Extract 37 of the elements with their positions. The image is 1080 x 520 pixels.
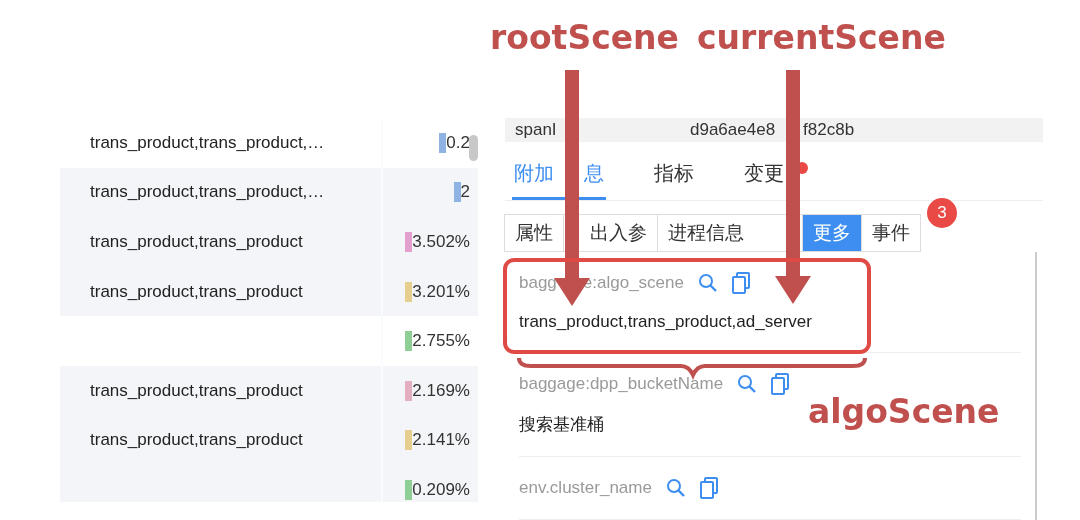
search-icon[interactable] [737, 374, 758, 394]
annotation-label: rootScene [490, 18, 679, 57]
scene-name: trans_product,trans_product [90, 380, 303, 401]
percent-value: 0.2 [446, 132, 470, 153]
percent-value: 3.502% [412, 232, 470, 252]
field-value: 搜索基准桶 [519, 414, 604, 436]
field-key: baggage:dpp_bucketName [519, 374, 724, 394]
search-icon[interactable] [697, 273, 718, 293]
annotation-label: currentScene [697, 18, 946, 57]
segment-button[interactable]: 事件 [861, 214, 921, 252]
search-icon[interactable] [665, 478, 686, 498]
segment-button[interactable]: 属性 [504, 214, 564, 252]
percent-value: 2.169% [412, 380, 470, 401]
percent-value: 3.201% [412, 281, 470, 302]
span-id: f82c8b [803, 120, 855, 141]
scene-name: trans_product,trans_product,… [90, 182, 325, 203]
scene-name: trans_product,trans_product [90, 281, 303, 302]
copy-icon[interactable] [699, 477, 718, 499]
field-value: trans_product,trans_product,ad_server [519, 312, 812, 332]
scene-name: trans_product,trans_product [90, 430, 303, 451]
count-badge: 3 [927, 198, 957, 228]
field-key: env.cluster_name [519, 478, 652, 498]
percent-value: 2.755% [412, 331, 470, 352]
scrollbar[interactable] [469, 135, 478, 161]
copy-icon[interactable] [731, 272, 750, 294]
scene-name: trans_product,trans_product,… [90, 132, 325, 153]
percent-value: 0.209% [412, 479, 470, 500]
annotation-label: algoScene [808, 392, 1000, 431]
copy-icon[interactable] [771, 373, 790, 395]
tab[interactable]: 指标 [652, 150, 696, 200]
percent-value: 2 [460, 182, 470, 203]
field-key: bagg e:algo_scene [519, 273, 684, 293]
span-key: spanI [515, 120, 690, 141]
scene-name: trans_product,trans_product [90, 232, 303, 252]
segment-button[interactable]: 进程信息 [657, 214, 803, 252]
span-id: d9a6ae4e8 [690, 120, 776, 141]
percent-value: 2.141% [412, 430, 470, 451]
